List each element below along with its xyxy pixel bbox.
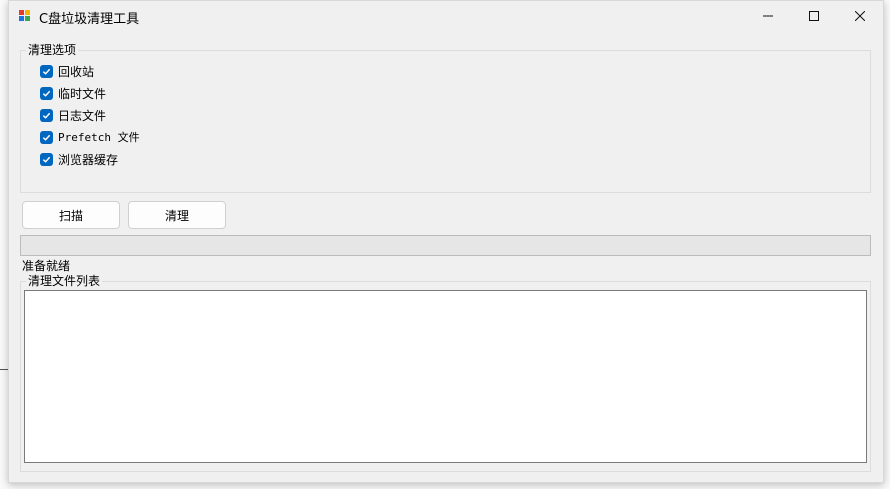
log-files-checkbox[interactable]: [40, 108, 53, 122]
cleanup-options-legend: 清理选项: [26, 43, 79, 57]
app-icon: [19, 10, 31, 22]
check-icon: [42, 112, 51, 119]
scan-button[interactable]: 扫描: [22, 201, 120, 229]
log-files-label: 日志文件: [58, 108, 107, 123]
maximize-button[interactable]: [791, 1, 837, 31]
option-recycle-bin[interactable]: 回收站: [40, 63, 94, 79]
prefetch-files-label: Prefetch 文件: [58, 131, 140, 144]
recycle-bin-checkbox[interactable]: [40, 64, 53, 78]
clean-button[interactable]: 清理: [128, 201, 226, 229]
option-prefetch-files[interactable]: Prefetch 文件: [40, 129, 140, 145]
minimize-button[interactable]: [745, 1, 791, 31]
close-icon: [855, 11, 865, 21]
browser-cache-label: 浏览器缓存: [58, 152, 119, 167]
status-label: 准备就绪: [22, 259, 71, 273]
option-temp-files[interactable]: 临时文件: [40, 85, 106, 101]
maximize-icon: [809, 11, 819, 21]
file-list[interactable]: [24, 290, 867, 463]
temp-files-checkbox[interactable]: [40, 86, 53, 100]
close-button[interactable]: [837, 1, 883, 31]
browser-cache-checkbox[interactable]: [40, 152, 53, 166]
prefetch-files-checkbox[interactable]: [40, 130, 53, 144]
check-icon: [42, 134, 51, 141]
check-icon: [42, 156, 51, 163]
recycle-bin-label: 回收站: [58, 64, 95, 79]
progress-bar: [20, 235, 871, 256]
minimize-icon: [763, 15, 773, 17]
check-icon: [42, 68, 51, 75]
check-icon: [42, 90, 51, 97]
option-log-files[interactable]: 日志文件: [40, 107, 106, 123]
window-title: C盘垃圾清理工具: [39, 12, 140, 27]
app-window: C盘垃圾清理工具 清理选项 回收站 临时文件 日志文件 Prefetch 文件 …: [8, 0, 884, 483]
cleanup-options-group: [20, 50, 871, 193]
title-bar[interactable]: C盘垃圾清理工具: [9, 1, 883, 31]
file-list-legend: 清理文件列表: [26, 274, 103, 288]
option-browser-cache[interactable]: 浏览器缓存: [40, 151, 118, 167]
temp-files-label: 临时文件: [58, 86, 107, 101]
